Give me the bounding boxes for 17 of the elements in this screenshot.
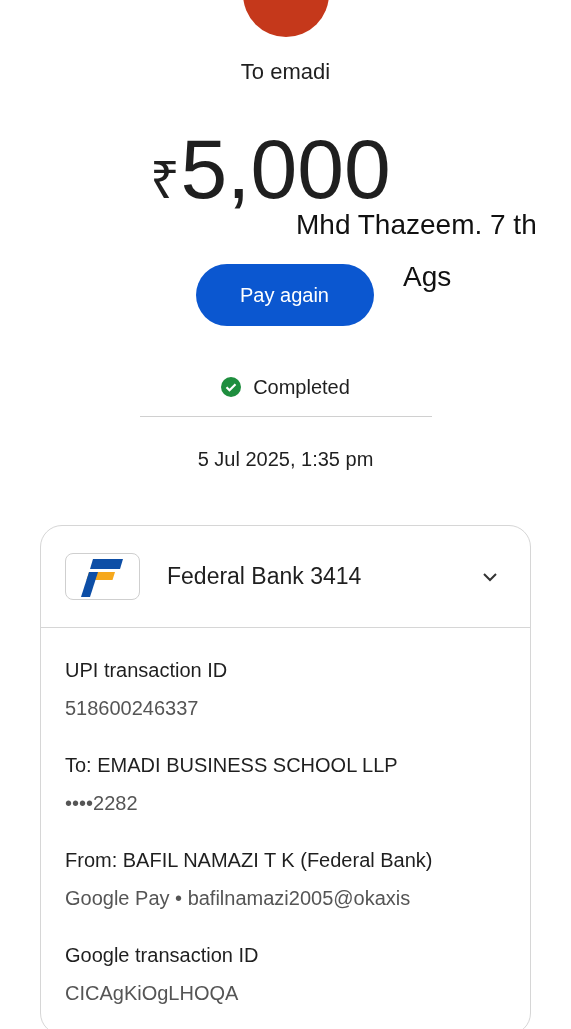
bank-logo-icon	[80, 556, 125, 597]
detail-label: UPI transaction ID	[65, 658, 229, 683]
detail-label: To: EMADI BUSINESS SCHOOL LLP	[65, 753, 399, 778]
currency-symbol: ₹	[150, 150, 181, 211]
annotation-text: Ags	[403, 261, 452, 293]
detail-value: ••••2282	[65, 791, 139, 816]
status-label: Completed	[253, 375, 350, 400]
detail-value: Google Pay • bafilnamazi2005@okaxis	[65, 886, 412, 911]
detail-value: 518600246337	[65, 696, 200, 721]
detail-label: From: BAFIL NAMAZI T K (Federal Bank)	[65, 848, 434, 873]
check-circle-icon	[221, 377, 242, 397]
detail-label: Google transaction ID	[65, 943, 260, 968]
pay-again-button[interactable]: Pay again	[195, 264, 374, 326]
bank-name: Federal Bank 3414	[167, 563, 363, 590]
payee-name: To emadi	[240, 58, 331, 86]
detail-value: CICAgKiOgLHOQA	[65, 981, 240, 1006]
timestamp: 5 Jul 2025, 1:35 pm	[197, 447, 374, 472]
